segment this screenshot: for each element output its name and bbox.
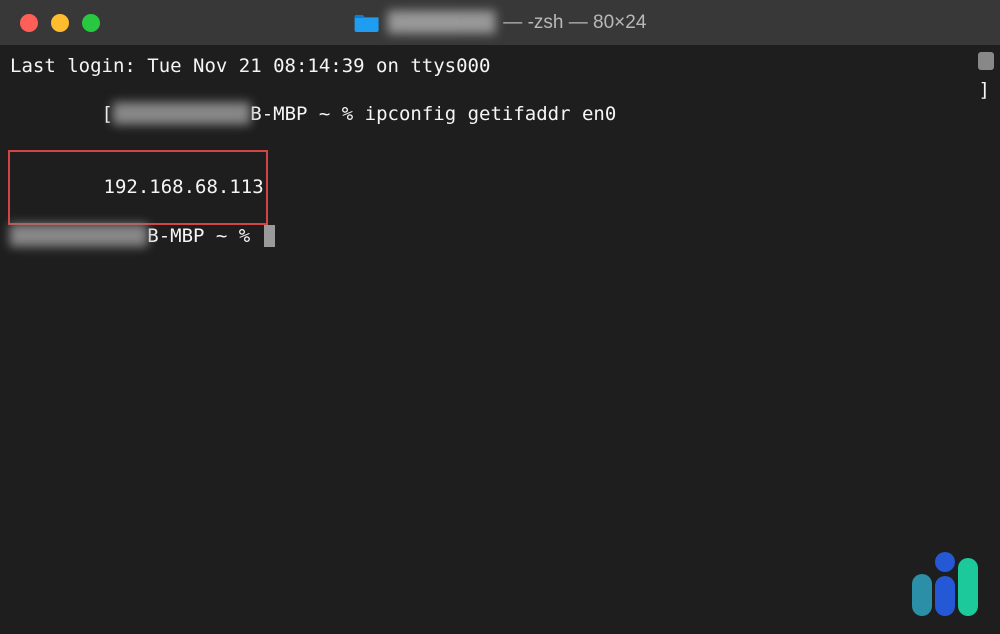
window-title: ████████ — -zsh — 80×24: [354, 12, 647, 34]
terminal-body[interactable]: Last login: Tue Nov 21 08:14:39 on ttys0…: [0, 45, 1000, 634]
watermark-logo: [912, 552, 978, 616]
logo-bar-3: [958, 558, 978, 616]
prompt-path-2: ~ %: [204, 225, 261, 249]
title-suffix: — -zsh — 80×24: [503, 12, 646, 34]
bracket-close: ]: [979, 79, 990, 150]
prompt-path: ~ %: [307, 103, 364, 125]
traffic-lights: [20, 14, 100, 32]
folder-icon: [354, 13, 380, 33]
minimize-icon[interactable]: [51, 14, 69, 32]
title-redacted-text: ████████: [388, 12, 496, 34]
ip-address-text: 192.168.68.113: [104, 176, 264, 198]
logo-bar-2-group: [935, 552, 955, 616]
user-redacted: ████████████: [113, 103, 250, 125]
scrollbar-thumb[interactable]: [978, 52, 994, 70]
prompt-line-2: ████████████B-MBP ~ %: [10, 225, 990, 249]
output-line: 192.168.68.113: [10, 150, 990, 225]
close-icon[interactable]: [20, 14, 38, 32]
host-suffix-2: B-MBP: [147, 225, 204, 249]
ip-address-highlight: 192.168.68.113: [8, 150, 268, 225]
maximize-icon[interactable]: [82, 14, 100, 32]
prompt-line-1: [████████████B-MBP ~ % ipconfig getifadd…: [10, 79, 990, 150]
logo-bar-2: [935, 576, 955, 616]
last-login-line: Last login: Tue Nov 21 08:14:39 on ttys0…: [10, 55, 990, 79]
logo-bar-1: [912, 574, 932, 616]
last-login-text: Last login: Tue Nov 21 08:14:39 on ttys0…: [10, 55, 490, 79]
titlebar[interactable]: ████████ — -zsh — 80×24: [0, 0, 1000, 45]
user-redacted-2: ████████████: [10, 225, 147, 249]
logo-dot: [935, 552, 955, 572]
command-text: ipconfig getifaddr en0: [365, 103, 617, 125]
terminal-window: ████████ — -zsh — 80×24 Last login: Tue …: [0, 0, 1000, 634]
bracket-open: [: [102, 103, 113, 125]
cursor-icon: [264, 225, 275, 247]
host-suffix: B-MBP: [250, 103, 307, 125]
